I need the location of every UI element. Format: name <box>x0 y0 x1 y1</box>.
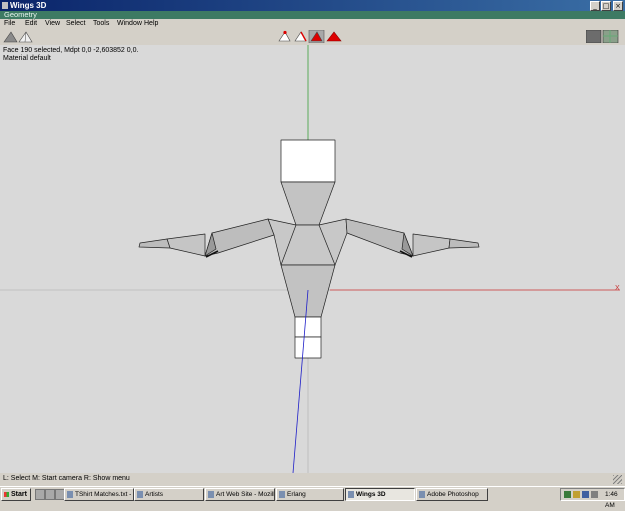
menu-file[interactable]: File <box>4 19 15 28</box>
mesh-face[interactable] <box>267 218 348 266</box>
wings-icon <box>348 491 354 498</box>
view-wireframe-icon[interactable] <box>18 31 33 43</box>
task-wings-3d[interactable]: Wings 3D <box>345 488 415 501</box>
geometry-window-bar[interactable]: Geometry <box>0 10 625 19</box>
start-label: Start <box>11 491 27 498</box>
maximize-button[interactable]: □ <box>601 1 611 11</box>
window-title-bar[interactable]: Wings 3D _ □ × <box>0 0 625 11</box>
system-tray: 1:46 AM <box>560 488 625 509</box>
menu-window[interactable]: Window <box>117 19 142 28</box>
mesh-face[interactable] <box>166 233 206 257</box>
edge-mode-icon[interactable] <box>293 30 308 43</box>
mesh-face[interactable] <box>345 218 414 257</box>
task-tshirt-matches[interactable]: TShirt Matches.txt - ... <box>64 488 134 501</box>
menu-view[interactable]: View <box>45 19 60 28</box>
photoshop-icon <box>419 491 425 498</box>
toggle-display-icon[interactable] <box>586 30 602 43</box>
task-label: Erlang <box>287 491 306 498</box>
windows-logo-icon <box>4 492 9 497</box>
mesh-face[interactable] <box>204 218 275 257</box>
mesh-face[interactable] <box>412 233 451 257</box>
folder-icon <box>137 491 143 498</box>
quicklaunch-desktop-icon[interactable] <box>35 489 45 500</box>
quicklaunch-browser-icon[interactable] <box>45 489 55 500</box>
mesh-face[interactable] <box>294 316 322 338</box>
toolbar <box>0 28 625 46</box>
mesh-face[interactable] <box>280 181 336 226</box>
close-button[interactable]: × <box>613 1 623 11</box>
task-artists[interactable]: Artists <box>134 488 204 501</box>
tray-app-icon[interactable] <box>591 491 598 498</box>
notepad-icon <box>67 491 73 498</box>
task-label: Adobe Photoshop <box>427 491 479 498</box>
start-button[interactable]: Start <box>1 488 31 501</box>
clock[interactable]: 1:46 AM <box>605 489 624 511</box>
toggle-grid-icon[interactable] <box>602 30 619 43</box>
tray-app-icon[interactable] <box>582 491 589 498</box>
status-bar: L: Select M: Start camera R: Show menu <box>0 473 625 486</box>
selection-mode-buttons <box>277 30 342 43</box>
status-hint: L: Select M: Start camera R: Show menu <box>3 475 130 482</box>
menu-select[interactable]: Select <box>66 19 85 28</box>
3d-viewport[interactable]: Face 190 selected, Mdpt 0,0 -2,603852 0,… <box>0 45 625 473</box>
display-toggle-buttons <box>586 30 619 43</box>
menu-tools[interactable]: Tools <box>93 19 109 28</box>
task-erlang[interactable]: Erlang <box>276 488 344 501</box>
menu-bar: File Edit View Select Tools Window Help <box>0 19 625 28</box>
resize-grip-icon[interactable] <box>613 475 622 484</box>
wings-app-icon <box>2 2 8 9</box>
scene-canvas[interactable]: X <box>0 45 625 473</box>
task-label: Wings 3D <box>356 491 386 498</box>
mesh-model[interactable] <box>138 139 480 359</box>
taskbar: Start TShirt Matches.txt - ... Artists A… <box>0 486 625 509</box>
minimize-button[interactable]: _ <box>590 1 600 11</box>
body-mode-icon[interactable] <box>325 30 342 43</box>
view-solid-icon[interactable] <box>3 31 18 43</box>
selected-face[interactable] <box>280 139 336 183</box>
face-mode-icon[interactable] <box>308 30 325 43</box>
speaker-icon[interactable] <box>573 491 580 498</box>
task-label: Artists <box>145 491 164 498</box>
task-adobe-photoshop[interactable]: Adobe Photoshop <box>416 488 488 501</box>
mesh-face[interactable] <box>138 238 171 249</box>
view-mode-buttons <box>3 31 33 43</box>
task-art-web-site[interactable]: Art Web Site - Mozilla <box>205 488 275 501</box>
erlang-icon <box>279 491 285 498</box>
task-label: TShirt Matches.txt - ... <box>75 491 134 498</box>
mesh-face[interactable] <box>294 336 322 359</box>
x-axis-label: X <box>615 285 620 292</box>
mozilla-icon <box>208 491 214 498</box>
menu-edit[interactable]: Edit <box>25 19 37 28</box>
vertex-mode-icon[interactable] <box>277 30 292 43</box>
menu-help[interactable]: Help <box>144 19 158 28</box>
mesh-face[interactable] <box>448 238 480 249</box>
network-icon[interactable] <box>564 491 571 498</box>
task-label: Art Web Site - Mozilla <box>216 491 275 498</box>
